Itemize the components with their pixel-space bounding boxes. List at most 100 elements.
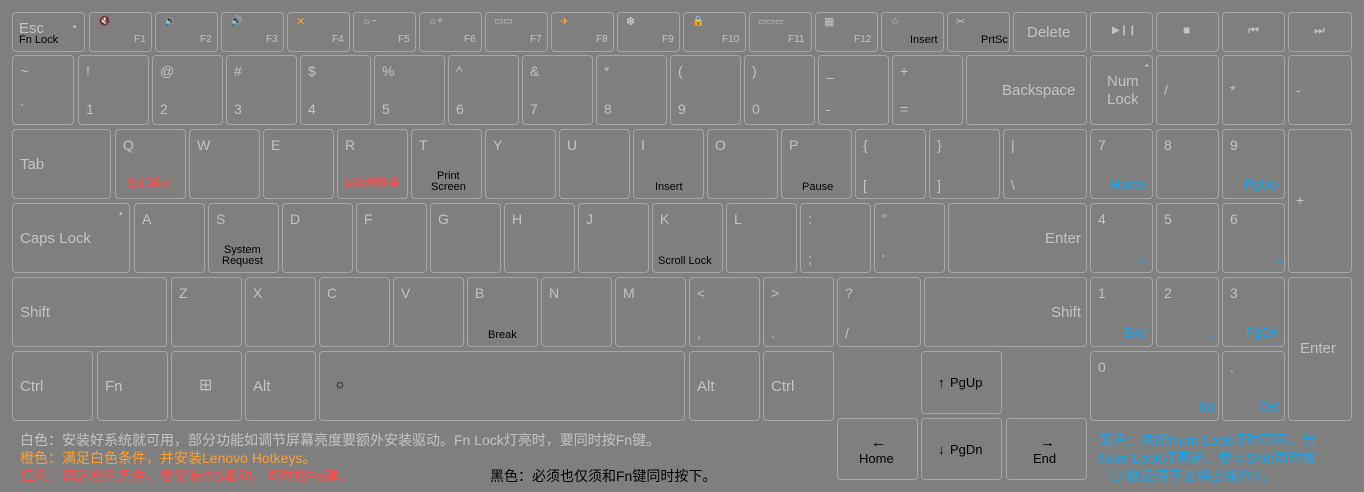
key-f9[interactable]: ✽ F9 (617, 12, 680, 52)
key-n[interactable]: N (541, 277, 612, 347)
key-a[interactable]: A (134, 203, 205, 273)
key-equals[interactable]: + = (892, 55, 963, 125)
key-y[interactable]: Y (485, 129, 556, 199)
key-o[interactable]: O (707, 129, 778, 199)
key-num0[interactable]: 0 Ins (1090, 351, 1219, 421)
key-fn[interactable]: Fn (97, 351, 168, 421)
key-8[interactable]: * 8 (596, 55, 667, 125)
key-t[interactable]: T Print Screen (411, 129, 482, 199)
key-h[interactable]: H (504, 203, 575, 273)
key-delete[interactable]: Delete (1013, 12, 1087, 52)
key-num5[interactable]: 5 (1156, 203, 1219, 273)
key-rshift[interactable]: Shift (924, 277, 1087, 347)
key-q[interactable]: Q 性能模式 (115, 129, 186, 199)
key-p[interactable]: P Pause (781, 129, 852, 199)
key-f6[interactable]: ☼+ F6 (419, 12, 482, 52)
key-9[interactable]: (9 (670, 55, 741, 125)
key-f3[interactable]: 🔊 F3 (221, 12, 284, 52)
key-lalt[interactable]: Alt (245, 351, 316, 421)
key-numenter[interactable]: Enter (1288, 277, 1352, 421)
key-capslock[interactable]: Caps Lock • (12, 203, 130, 273)
key-backslash[interactable]: | \ (1003, 129, 1087, 199)
key-m[interactable]: M (615, 277, 686, 347)
key-f8[interactable]: ✈ F8 (551, 12, 614, 52)
key-e[interactable]: E (263, 129, 334, 199)
key-minus[interactable]: _ - (818, 55, 889, 125)
key-rbracket[interactable]: }] (929, 129, 1000, 199)
key-f2[interactable]: 🔉 F2 (155, 12, 218, 52)
key-numdot[interactable]: . Del (1222, 351, 1285, 421)
key-v[interactable]: V (393, 277, 464, 347)
key-num8[interactable]: 8 ↑ (1156, 129, 1219, 199)
key-backspace[interactable]: Backspace (966, 55, 1087, 125)
key-f12[interactable]: ▦ F12 (815, 12, 878, 52)
key-0[interactable]: ) 0 (744, 55, 815, 125)
key-f11[interactable]: ▭▭▭ F11 (749, 12, 812, 52)
key-num3[interactable]: 3 PgDn (1222, 277, 1285, 347)
key-z[interactable]: Z (171, 277, 242, 347)
key-num4[interactable]: 4 ← (1090, 203, 1153, 273)
key-j[interactable]: J (578, 203, 649, 273)
key-enter[interactable]: Enter (948, 203, 1087, 273)
key-g[interactable]: G (430, 203, 501, 273)
key-6[interactable]: ^ 6 (448, 55, 519, 125)
key-rctrl[interactable]: Ctrl (763, 351, 834, 421)
key-r[interactable]: R 屏幕刷新率 (337, 129, 408, 199)
key-numlock[interactable]: Num Lock • (1090, 55, 1153, 125)
key-stop[interactable]: ■ (1156, 12, 1219, 52)
key-pgdn[interactable]: ↓ PgDn (921, 418, 1002, 480)
key-d[interactable]: D (282, 203, 353, 273)
key-k[interactable]: K Scroll Lock (652, 203, 723, 273)
key-space[interactable]: ☼ (319, 351, 685, 421)
key-tab[interactable]: Tab (12, 129, 111, 199)
key-5[interactable]: % 5 (374, 55, 445, 125)
key-numslash[interactable]: / (1156, 55, 1219, 125)
key-4[interactable]: $4 (300, 55, 371, 125)
key-end[interactable]: → End (1006, 418, 1087, 480)
key-home[interactable]: ← Home (837, 418, 918, 480)
key-b[interactable]: B Break (467, 277, 538, 347)
key-ralt[interactable]: Alt (689, 351, 760, 421)
key-num1[interactable]: 1 End (1090, 277, 1153, 347)
key-prev[interactable]: ⏮ (1222, 12, 1285, 52)
key-next[interactable]: ⏭ (1288, 12, 1352, 52)
key-numstar[interactable]: * (1222, 55, 1285, 125)
key-numplus[interactable]: + (1288, 129, 1352, 273)
key-lshift[interactable]: Shift (12, 277, 167, 347)
key-playpause[interactable]: ▶❙❙ (1090, 12, 1153, 52)
key-f1[interactable]: 🔇 F1 (89, 12, 152, 52)
key-7[interactable]: & 7 (522, 55, 593, 125)
key-slash[interactable]: ? / (837, 277, 921, 347)
key-num2[interactable]: 2 ↓ (1156, 277, 1219, 347)
key-win[interactable]: ⊞ (171, 351, 242, 421)
key-1[interactable]: ! 1 (78, 55, 149, 125)
key-prtsc[interactable]: ✂ PrtSc (947, 12, 1010, 52)
key-lbracket[interactable]: {[ (855, 129, 926, 199)
key-num9[interactable]: 9 PgUp (1222, 129, 1285, 199)
key-c[interactable]: C (319, 277, 390, 347)
key-2[interactable]: @2 (152, 55, 223, 125)
key-w[interactable]: W (189, 129, 260, 199)
key-f4[interactable]: ✕ F4 (287, 12, 350, 52)
key-quote[interactable]: " ' (874, 203, 945, 273)
key-insert[interactable]: ☆ Insert (881, 12, 944, 52)
key-semicolon[interactable]: :; (800, 203, 871, 273)
key-f7[interactable]: ▭▭ F7 (485, 12, 548, 52)
key-period[interactable]: >. (763, 277, 834, 347)
key-numminus[interactable]: - (1288, 55, 1352, 125)
key-s[interactable]: S System Request (208, 203, 279, 273)
key-num7[interactable]: 7 Home (1090, 129, 1153, 199)
key-backtick[interactable]: ~ ` (12, 55, 74, 125)
key-f10[interactable]: 🔒 F10 (683, 12, 746, 52)
key-pgup[interactable]: ↑ PgUp (921, 351, 1002, 414)
key-3[interactable]: #3 (226, 55, 297, 125)
key-comma[interactable]: <, (689, 277, 760, 347)
key-f[interactable]: F (356, 203, 427, 273)
key-l[interactable]: L (726, 203, 797, 273)
key-x[interactable]: X (245, 277, 316, 347)
key-num6[interactable]: 6 → (1222, 203, 1286, 273)
key-f5[interactable]: ☼− F5 (353, 12, 416, 52)
key-lctrl[interactable]: Ctrl (12, 351, 93, 421)
key-u[interactable]: U (559, 129, 630, 199)
key-i[interactable]: I Insert (633, 129, 704, 199)
